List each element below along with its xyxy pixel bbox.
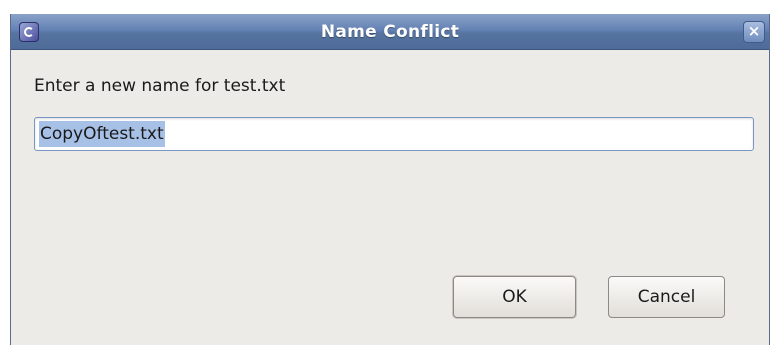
new-name-input[interactable]: CopyOftest.txt xyxy=(34,117,754,151)
ok-button[interactable]: OK xyxy=(453,276,576,318)
close-button[interactable]: × xyxy=(743,21,765,43)
name-conflict-dialog: Name Conflict × Enter a new name for tes… xyxy=(10,14,770,345)
prompt-label: Enter a new name for test.txt xyxy=(34,76,286,96)
title-bar[interactable]: Name Conflict × xyxy=(11,14,769,50)
cancel-button[interactable]: Cancel xyxy=(608,276,725,318)
new-name-input-value[interactable]: CopyOftest.txt xyxy=(39,121,165,147)
dialog-title: Name Conflict xyxy=(320,22,460,42)
